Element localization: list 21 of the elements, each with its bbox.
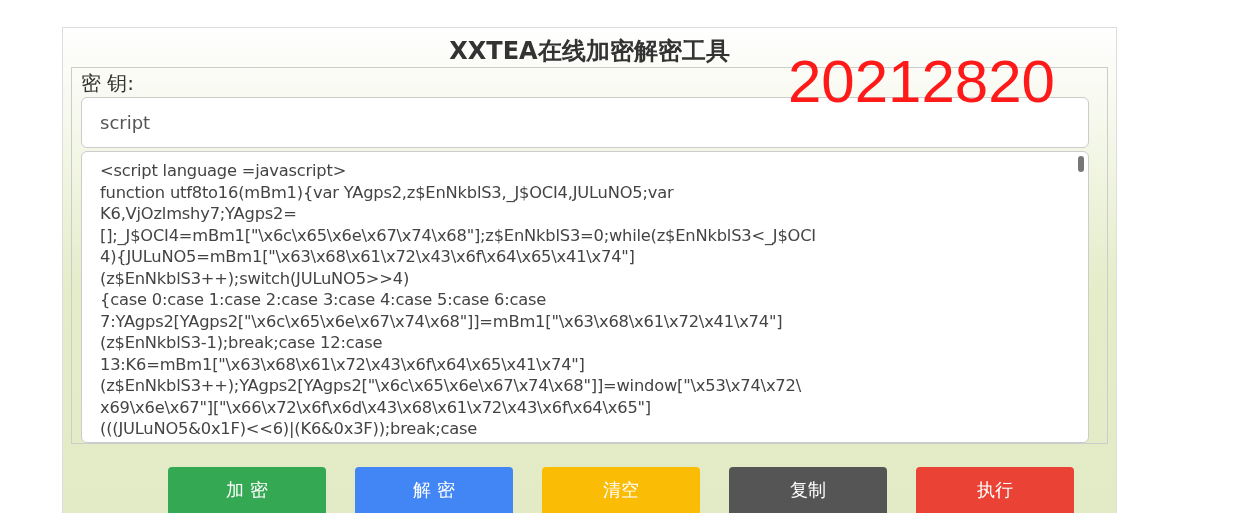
code-line: (((JULuNO5&0x1F)<<6)|(K6&0x3F));break;case	[100, 418, 478, 440]
code-line: (z$EnNkblS3++);YAgps2[YAgps2["\x6c\x65\x6e\x67\x74\x68"]]=window["\x53\x74\x72\	[100, 375, 801, 397]
code-line: K6,VjOzlmshy7;YAgps2=	[100, 203, 297, 225]
code-line: (z$EnNkblS3++);switch(JULuNO5>>4)	[100, 267, 410, 289]
code-textarea[interactable]	[81, 151, 1089, 443]
key-label: 密 钥:	[81, 72, 135, 94]
code-line: 13:K6=mBm1["\x63\x68\x61\x72\x43\x6f\x64\x65\x41\x74"]	[100, 353, 585, 375]
code-line: 7:YAgps2[YAgps2["\x6c\x65\x6e\x67\x74\x68"]]=mBm1["\x63\x68\x61\x72\x41\x74"]	[100, 310, 783, 332]
run-button[interactable]: 执行	[916, 467, 1074, 513]
code-line: [];_J$OCI4=mBm1["\x6c\x65\x6e\x67\x74\x68"];z$EnNkblS3=0;while(z$EnNkblS3<_J$OCI	[100, 224, 816, 246]
code-line: (z$EnNkblS3-1);break;case 12:case	[100, 332, 383, 354]
code-line: function utf8to16(mBm1){var YAgps2,z$EnNkblS3,_J$OCI4,JULuNO5;var	[100, 181, 674, 203]
code-line: x69\x6e\x67"]["\x66\x72\x6f\x6d\x43\x68\x61\x72\x43\x6f\x64\x65"]	[100, 396, 651, 418]
code-line: {case 0:case 1:case 2:case 3:case 4:case 5:case 6:case	[100, 289, 547, 311]
copy-button[interactable]: 复制	[729, 467, 887, 513]
page-title: XXTEA在线加密解密工具	[448, 36, 731, 67]
code-line: 4){JULuNO5=mBm1["\x63\x68\x61\x72\x43\x6f\x64\x65\x41\x74"]	[100, 246, 635, 268]
encrypt-button[interactable]: 加 密	[168, 467, 326, 513]
decrypt-button[interactable]: 解 密	[355, 467, 513, 513]
scrollbar-thumb[interactable]	[1078, 156, 1084, 172]
code-line: <script language =javascript>	[100, 160, 347, 182]
